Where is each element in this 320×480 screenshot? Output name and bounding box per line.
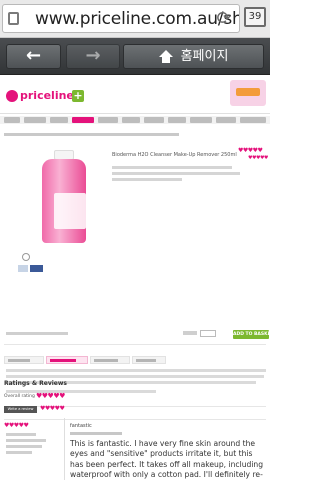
tab-count-button[interactable]: 39 — [244, 7, 266, 27]
menu-item[interactable] — [4, 117, 20, 123]
menu-item-active[interactable] — [72, 117, 94, 123]
tab-label — [50, 359, 76, 362]
bottle — [42, 159, 86, 243]
reviews-heading: Ratings & Reviews — [4, 380, 67, 387]
forward-arrow-icon: → — [85, 45, 101, 66]
breadcrumb[interactable] — [4, 133, 179, 136]
reviewer-info — [6, 451, 32, 454]
tab-content-text — [6, 369, 266, 372]
menu-item[interactable] — [168, 117, 186, 123]
review-date — [70, 432, 122, 435]
back-button[interactable]: ← — [6, 44, 61, 69]
menu-item[interactable] — [240, 117, 266, 123]
overall-rating-label: Overall rating — [4, 394, 35, 399]
quantity-field[interactable] — [200, 330, 216, 337]
write-review-button[interactable]: Write a review — [4, 406, 37, 413]
review-title: fantastic — [70, 423, 92, 429]
logo-mark-icon — [6, 90, 18, 102]
forward-button[interactable]: → — [66, 44, 120, 69]
reviewer-info — [6, 439, 46, 442]
rating-stars[interactable]: ♥♥♥♥♥ — [238, 148, 263, 154]
rating-stars-small: ♥♥♥♥♥ — [248, 155, 268, 161]
product-description — [112, 166, 232, 169]
site-header: priceline + — [0, 76, 270, 114]
logo-text: priceline — [20, 89, 74, 102]
reviewer-info — [6, 445, 42, 448]
address-field[interactable]: www.priceline.com.au/sh ⟳ — [2, 4, 240, 33]
menu-item[interactable] — [98, 117, 118, 123]
menu-item[interactable] — [122, 117, 140, 123]
tab-description[interactable] — [46, 356, 88, 364]
review-stars: ♥♥♥♥♥ — [4, 422, 29, 429]
divider — [4, 419, 266, 420]
tab-ingredients[interactable] — [90, 356, 130, 364]
product-title: Bioderma H2O Cleanser Make-Up Remover 25… — [112, 152, 237, 158]
menu-item[interactable] — [24, 117, 46, 123]
home-label: 홈페이지 — [180, 49, 229, 64]
tab-label — [94, 359, 118, 362]
rating-stars: ♥♥♥♥♥ — [40, 405, 65, 412]
logo-plus-icon: + — [72, 89, 84, 102]
divider — [4, 344, 266, 345]
lock-icon — [8, 12, 19, 25]
url-text[interactable]: www.priceline.com.au/sh — [35, 9, 239, 29]
url-bar: www.priceline.com.au/sh ⟳ 39 — [0, 0, 270, 38]
menu-item[interactable] — [216, 117, 236, 123]
price-text — [6, 332, 68, 335]
product-tabs — [4, 356, 266, 364]
tab-label — [136, 359, 156, 362]
promo-banner[interactable] — [230, 80, 266, 106]
reviewer-name — [6, 433, 36, 436]
share-button[interactable] — [18, 265, 28, 272]
facebook-like-button[interactable] — [30, 265, 43, 272]
quantity-label — [183, 331, 197, 335]
menu-item[interactable] — [50, 117, 68, 123]
bottle-label — [54, 193, 86, 229]
back-arrow-icon: ← — [25, 45, 42, 66]
product-description — [112, 178, 182, 181]
reload-icon[interactable]: ⟳ — [213, 8, 235, 30]
overall-rating-stars: ♥♥♥♥♥ — [36, 392, 65, 400]
main-menu — [0, 116, 270, 124]
product-image[interactable] — [36, 150, 92, 244]
home-icon — [158, 49, 173, 64]
tab-label — [8, 359, 30, 362]
menu-item[interactable] — [190, 117, 212, 123]
tab-reviews[interactable] — [132, 356, 166, 364]
menu-item[interactable] — [144, 117, 164, 123]
tab-content-text — [6, 390, 156, 393]
browser-window: www.priceline.com.au/sh ⟳ 39 ← → 홈페이지 pr… — [0, 0, 270, 480]
review-divider — [64, 418, 65, 480]
tab-content-text — [6, 375, 264, 378]
review-body: This is fantastic. I have very fine skin… — [70, 439, 264, 479]
zoom-icon[interactable] — [22, 253, 30, 261]
navigation-bar: ← → 홈페이지 — [0, 38, 270, 75]
product-description — [112, 172, 240, 175]
home-button[interactable]: 홈페이지 — [123, 44, 264, 69]
web-page: priceline + Bioderma H2O Cleanser Make-U… — [0, 76, 270, 480]
add-to-basket-button[interactable]: ADD TO BASKET — [233, 330, 270, 339]
tab-details[interactable] — [4, 356, 44, 364]
